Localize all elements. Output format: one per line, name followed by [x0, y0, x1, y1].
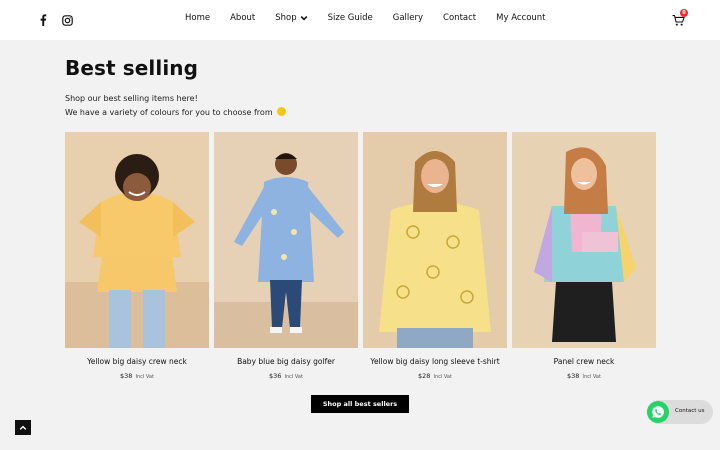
product-image[interactable]: [214, 132, 358, 348]
nav-size-guide[interactable]: Size Guide: [328, 13, 373, 23]
product-price: $38 Incl Vat: [512, 372, 656, 380]
product-name[interactable]: Yellow big daisy crew neck: [65, 357, 209, 366]
nav-gallery[interactable]: Gallery: [393, 13, 423, 23]
social-links: [36, 13, 74, 27]
whatsapp-contact-button[interactable]: Contact us: [647, 400, 713, 424]
intro-line-1: Shop our best selling items here!: [65, 94, 198, 103]
nav-gallery-label: Gallery: [392, 13, 424, 23]
price-value: $38: [120, 372, 133, 380]
main-nav: Home About Shop Size Guide Gallery Conta…: [185, 13, 566, 23]
chevron-up-icon: [19, 425, 27, 430]
nav-shop-label: Shop: [275, 13, 297, 23]
product-card[interactable]: Baby blue big daisy golfer $36 Incl Vat: [214, 132, 358, 380]
nav-home[interactable]: Home: [185, 13, 210, 23]
product-card[interactable]: Yellow big daisy crew neck $38 Incl Vat: [65, 132, 209, 380]
vat-note: Incl Vat: [135, 374, 154, 380]
whatsapp-icon: [647, 401, 669, 423]
cart-button[interactable]: 0: [672, 9, 688, 28]
intro-line-2: We have a variety of colours for you to …: [65, 106, 287, 120]
vat-note: Incl Vat: [582, 374, 601, 380]
vat-note: Incl Vat: [433, 374, 452, 380]
nav-home-label: Home: [185, 13, 211, 23]
chevron-down-icon: [300, 16, 308, 21]
product-grid: Yellow big daisy crew neck $38 Incl Vat …: [65, 132, 656, 380]
product-card[interactable]: Panel crew neck $38 Incl Vat: [512, 132, 656, 380]
price-value: $28: [418, 372, 431, 380]
product-name[interactable]: Yellow big daisy long sleeve t-shirt: [363, 357, 507, 366]
intro-text: Shop our best selling items here! We hav…: [65, 92, 287, 120]
product-name[interactable]: Panel crew neck: [512, 357, 656, 366]
product-name[interactable]: Baby blue big daisy golfer: [214, 357, 358, 366]
instagram-icon[interactable]: [60, 13, 74, 27]
product-price: $36 Incl Vat: [214, 372, 358, 380]
product-image[interactable]: [512, 132, 656, 348]
vat-note: Incl Vat: [284, 374, 303, 380]
nav-contact-label: Contact: [443, 13, 477, 23]
intro-line-2-text: We have a variety of colours for you to …: [65, 108, 273, 117]
site-header: Home About Shop Size Guide Gallery Conta…: [0, 0, 720, 40]
product-price: $28 Incl Vat: [363, 372, 507, 380]
nav-size-guide-label: Size Guide: [327, 13, 373, 23]
shop-all-button[interactable]: Shop all best sellers: [311, 395, 409, 413]
whatsapp-label: Contact us: [675, 408, 705, 414]
facebook-icon[interactable]: [36, 13, 50, 27]
nav-about-label: About: [230, 13, 256, 23]
nav-my-account-label: My Account: [496, 13, 546, 23]
nav-contact[interactable]: Contact: [443, 13, 476, 23]
price-value: $38: [567, 372, 580, 380]
product-card[interactable]: Yellow big daisy long sleeve t-shirt $28…: [363, 132, 507, 380]
nav-shop[interactable]: Shop: [275, 13, 308, 23]
cart-count-badge: 0: [680, 9, 688, 17]
product-image[interactable]: [363, 132, 507, 348]
page-title: Best selling: [65, 56, 199, 80]
scroll-top-button[interactable]: [15, 420, 31, 435]
price-value: $36: [269, 372, 282, 380]
smiley-icon: [277, 107, 287, 116]
product-price: $38 Incl Vat: [65, 372, 209, 380]
nav-about[interactable]: About: [230, 13, 255, 23]
nav-my-account[interactable]: My Account: [496, 13, 545, 23]
product-image[interactable]: [65, 132, 209, 348]
